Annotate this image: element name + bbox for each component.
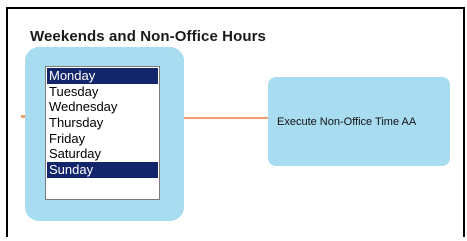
flow-connector xyxy=(184,117,268,119)
day-option-wednesday[interactable]: Wednesday xyxy=(47,99,158,115)
action-node[interactable]: Execute Non-Office Time AA xyxy=(268,77,450,166)
action-label: Execute Non-Office Time AA xyxy=(277,115,417,128)
section-title: Weekends and Non-Office Hours xyxy=(30,28,266,45)
day-option-thursday[interactable]: Thursday xyxy=(47,115,158,131)
day-selector-node[interactable]: Monday Tuesday Wednesday Thursday Friday… xyxy=(25,47,184,221)
day-option-tuesday[interactable]: Tuesday xyxy=(47,84,158,100)
day-option-monday[interactable]: Monday xyxy=(47,68,158,84)
day-option-saturday[interactable]: Saturday xyxy=(47,146,158,162)
day-listbox[interactable]: Monday Tuesday Wednesday Thursday Friday… xyxy=(45,66,160,200)
day-option-sunday[interactable]: Sunday xyxy=(47,162,158,178)
day-option-friday[interactable]: Friday xyxy=(47,131,158,147)
